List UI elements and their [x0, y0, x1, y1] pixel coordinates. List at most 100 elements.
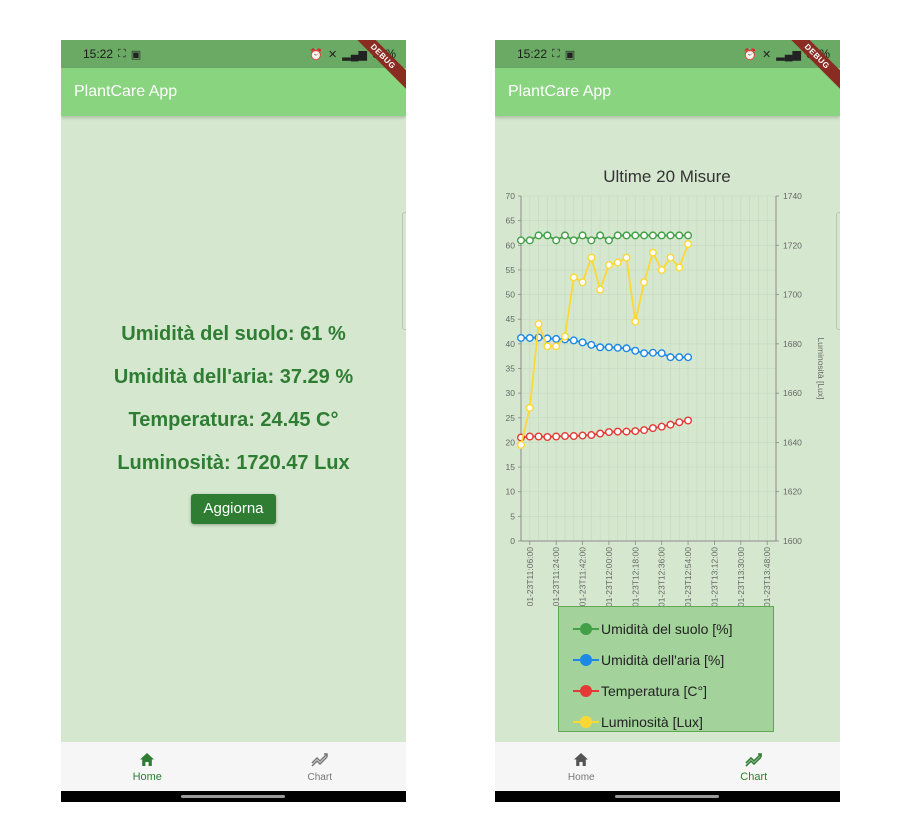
y-axis-tick-label: 50	[506, 290, 516, 300]
data-point	[622, 231, 631, 240]
y-axis-tick-label: 35	[506, 364, 516, 374]
data-point	[543, 231, 552, 240]
trending-chart-icon	[311, 751, 329, 769]
legend-label: Temperatura [C°]	[601, 682, 707, 699]
gallery-icon: ▣	[564, 48, 576, 61]
nav-chart-label: Chart	[740, 771, 768, 783]
y2-axis-tick-label: 1720	[783, 240, 802, 250]
data-point	[613, 231, 622, 240]
data-point	[569, 236, 578, 245]
legend-label: Luminosità [Lux]	[601, 713, 703, 730]
luminosity-reading: Luminosità: 1720.47 Lux	[117, 452, 350, 474]
data-point	[631, 346, 640, 355]
legend-marker	[573, 653, 599, 666]
y-axis-tick-label: 10	[506, 487, 516, 497]
y-axis-tick-label: 55	[506, 265, 516, 275]
data-point	[622, 427, 631, 436]
gallery-icon: ▣	[130, 48, 142, 61]
data-point	[684, 231, 693, 240]
data-point	[657, 231, 666, 240]
data-point	[622, 344, 631, 353]
data-point	[560, 332, 569, 341]
data-point	[631, 427, 640, 436]
temperature-reading: Temperatura: 24.45 C°	[128, 409, 339, 431]
legend-item: Umidità del suolo [%]	[559, 613, 773, 644]
data-point	[587, 236, 596, 245]
edge-panel-handle[interactable]	[402, 212, 406, 330]
home-screen: 15:22 ⛶ ▣ ⏰ ✕ ▂▄▆ 69% DEBUG PlantCare Ap…	[61, 40, 406, 802]
legend-marker-dot	[580, 653, 592, 666]
x-axis-tick-label: 2024-01-23T13:48:00	[762, 547, 772, 606]
data-point	[543, 342, 552, 351]
signal-icon: ▂▄▆	[342, 48, 367, 61]
data-point	[552, 334, 561, 343]
data-point	[569, 432, 578, 441]
x-axis-tick-label: 2024-01-23T13:12:00	[709, 547, 719, 606]
data-point	[596, 231, 605, 240]
data-point	[675, 353, 684, 362]
data-point	[657, 265, 666, 274]
y-axis-tick-label: 45	[506, 314, 516, 324]
data-point	[684, 353, 693, 362]
data-point	[648, 248, 657, 257]
data-point	[675, 263, 684, 272]
nav-home[interactable]: Home	[495, 742, 668, 791]
data-point	[666, 231, 675, 240]
y2-axis-tick-label: 1660	[783, 388, 802, 398]
y2-axis-label: Luminosità [Lux]	[816, 338, 826, 400]
app-bar: PlantCare App	[495, 68, 840, 116]
data-point	[552, 236, 561, 245]
chart-title: Ultime 20 Misure	[603, 167, 731, 186]
legend-marker	[573, 715, 599, 728]
data-point	[675, 231, 684, 240]
data-point	[596, 429, 605, 438]
x-axis-tick-label: 2024-01-23T12:54:00	[683, 547, 693, 606]
legend-label: Umidità dell'aria [%]	[601, 651, 725, 668]
data-point	[675, 418, 684, 427]
line-chart: Ultime 20 Misure 0 5 10 15 20 25 30 35 40 45 50 55 60…	[506, 167, 826, 606]
y-axis-tick-label: 60	[506, 240, 516, 250]
data-point	[578, 231, 587, 240]
data-point	[604, 260, 613, 269]
air-humidity-reading: Umidità dell'aria: 37.29 %	[113, 366, 354, 388]
refresh-button[interactable]: Aggiorna	[191, 494, 276, 524]
data-point	[648, 231, 657, 240]
app-bar: PlantCare App	[61, 68, 406, 116]
nav-chart[interactable]: Chart	[668, 742, 841, 791]
data-point	[604, 236, 613, 245]
data-point	[684, 416, 693, 425]
home-gesture-pill[interactable]	[615, 795, 719, 798]
y2-axis-tick-label: 1620	[783, 487, 802, 497]
nav-home[interactable]: Home	[61, 742, 234, 791]
data-point	[604, 343, 613, 352]
home-icon	[573, 751, 589, 769]
data-point	[640, 426, 649, 435]
data-point	[587, 431, 596, 440]
status-bar: 15:22 ⛶ ▣ ⏰ ✕ ▂▄▆ 69%	[495, 40, 840, 68]
bottom-navigation: Home Chart	[495, 742, 840, 791]
nav-home-label: Home	[132, 771, 162, 783]
data-point	[578, 278, 587, 287]
y2-axis-tick-label: 1640	[783, 437, 802, 447]
status-time: 15:22	[517, 47, 548, 61]
data-point	[666, 253, 675, 262]
data-point	[666, 353, 675, 362]
data-point	[648, 424, 657, 433]
soil-moisture-reading: Umidità del suolo: 61 %	[121, 323, 346, 345]
data-point	[666, 420, 675, 429]
app-title: PlantCare App	[508, 83, 612, 100]
mute-icon: ✕	[762, 48, 772, 61]
data-point	[560, 432, 569, 441]
home-gesture-pill[interactable]	[181, 795, 285, 798]
y-axis-tick-label: 25	[506, 413, 516, 423]
data-point	[552, 342, 561, 351]
y-axis-tick-label: 20	[506, 437, 516, 447]
y2-axis-tick-label: 1680	[783, 339, 802, 349]
data-point	[596, 343, 605, 352]
nav-chart[interactable]: Chart	[234, 742, 407, 791]
system-nav-bar	[61, 791, 406, 802]
home-icon	[139, 750, 155, 768]
legend-item: Temperatura [C°]	[559, 675, 773, 706]
data-point	[684, 240, 693, 249]
data-point	[640, 349, 649, 358]
